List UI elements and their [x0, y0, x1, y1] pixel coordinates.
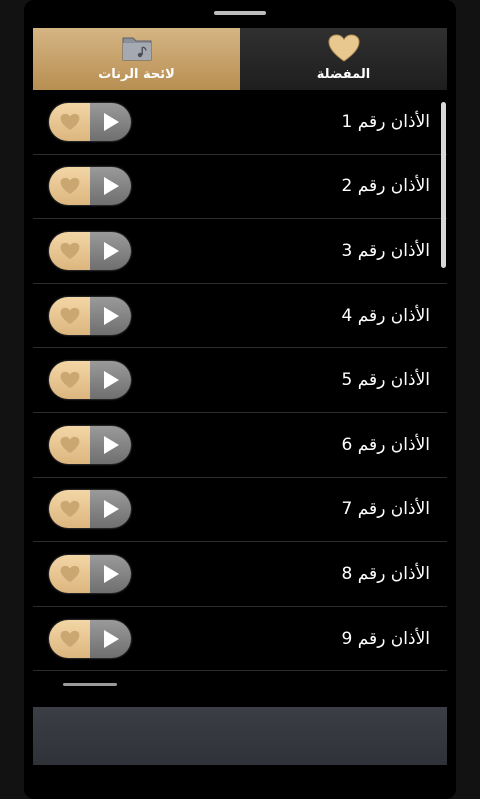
play-icon: [103, 241, 119, 260]
list-item[interactable]: الأذان رقم 5: [33, 348, 447, 413]
list-item[interactable]: الأذان رقم 8: [33, 542, 447, 607]
favorite-button[interactable]: [49, 361, 90, 400]
play-button[interactable]: [90, 361, 131, 400]
list-item[interactable]: الأذان رقم 1: [33, 90, 447, 155]
heart-icon: [60, 113, 79, 130]
play-icon: [103, 306, 119, 325]
play-icon: [103, 629, 119, 648]
play-icon: [103, 435, 119, 454]
heart-icon: [60, 372, 79, 389]
heart-icon: [60, 242, 79, 260]
item-title: الأذان رقم 8: [341, 563, 430, 584]
item-title: الأذان رقم 9: [341, 628, 430, 649]
drag-handle[interactable]: [214, 11, 266, 15]
favorite-button[interactable]: [49, 167, 90, 206]
play-button[interactable]: [90, 102, 131, 141]
item-controls: [49, 554, 131, 593]
more-items-indicator: [63, 683, 117, 686]
item-title: الأذان رقم 3: [341, 240, 430, 261]
item-title: الأذان رقم 7: [341, 499, 430, 520]
item-controls: [49, 425, 131, 464]
bottom-bar: [33, 707, 447, 765]
favorite-button[interactable]: [49, 425, 90, 464]
heart-icon: [60, 501, 79, 518]
heart-icon: [60, 178, 79, 195]
ringtone-list: الأذان رقم 1 الأذان رقم 2 الأذان رقم 3 ا…: [33, 90, 447, 684]
play-button[interactable]: [90, 425, 131, 464]
item-controls: [49, 167, 131, 206]
play-icon: [103, 500, 119, 519]
play-icon: [103, 371, 119, 390]
list-item[interactable]: الأذان رقم 9: [33, 607, 447, 672]
tab-ringtones-list[interactable]: لائحة الرنات: [33, 28, 240, 90]
tab-favorites-label: المفضلة: [316, 67, 371, 82]
list-item[interactable]: الأذان رقم 6: [33, 413, 447, 478]
item-controls: [49, 231, 131, 270]
list-scrollbar[interactable]: [441, 102, 446, 268]
item-title: الأذان رقم 6: [341, 434, 430, 455]
favorite-button[interactable]: [49, 490, 90, 529]
heart-icon: [327, 34, 360, 66]
play-button[interactable]: [90, 167, 131, 206]
item-controls: [49, 102, 131, 141]
play-button[interactable]: [90, 490, 131, 529]
item-title: الأذان رقم 4: [341, 305, 430, 326]
play-button[interactable]: [90, 554, 131, 593]
folder-music-icon: [121, 34, 153, 66]
play-icon: [103, 112, 119, 131]
item-title: الأذان رقم 1: [341, 111, 430, 132]
heart-icon: [60, 565, 79, 583]
play-button[interactable]: [90, 296, 131, 335]
item-title: الأذان رقم 2: [341, 176, 430, 197]
play-button[interactable]: [90, 619, 131, 658]
favorite-button[interactable]: [49, 554, 90, 593]
item-controls: [49, 619, 131, 658]
item-controls: [49, 490, 131, 529]
play-button[interactable]: [90, 231, 131, 270]
list-item[interactable]: الأذان رقم 4: [33, 284, 447, 349]
favorite-button[interactable]: [49, 296, 90, 335]
list-item[interactable]: الأذان رقم 3: [33, 219, 447, 284]
tab-bar: لائحة الرنات المفضلة: [33, 28, 447, 90]
heart-icon: [60, 630, 79, 647]
item-controls: [49, 296, 131, 335]
tab-ringtones-label: لائحة الرنات: [98, 67, 175, 82]
list-item[interactable]: الأذان رقم 2: [33, 155, 447, 220]
list-item[interactable]: الأذان رقم 7: [33, 478, 447, 543]
heart-icon: [60, 436, 79, 453]
item-controls: [49, 361, 131, 400]
favorite-button[interactable]: [49, 619, 90, 658]
item-title: الأذان رقم 5: [341, 370, 430, 391]
favorite-button[interactable]: [49, 231, 90, 270]
favorite-button[interactable]: [49, 102, 90, 141]
play-icon: [103, 177, 119, 196]
tab-favorites[interactable]: المفضلة: [240, 28, 447, 90]
heart-icon: [60, 307, 79, 324]
play-icon: [103, 564, 119, 583]
